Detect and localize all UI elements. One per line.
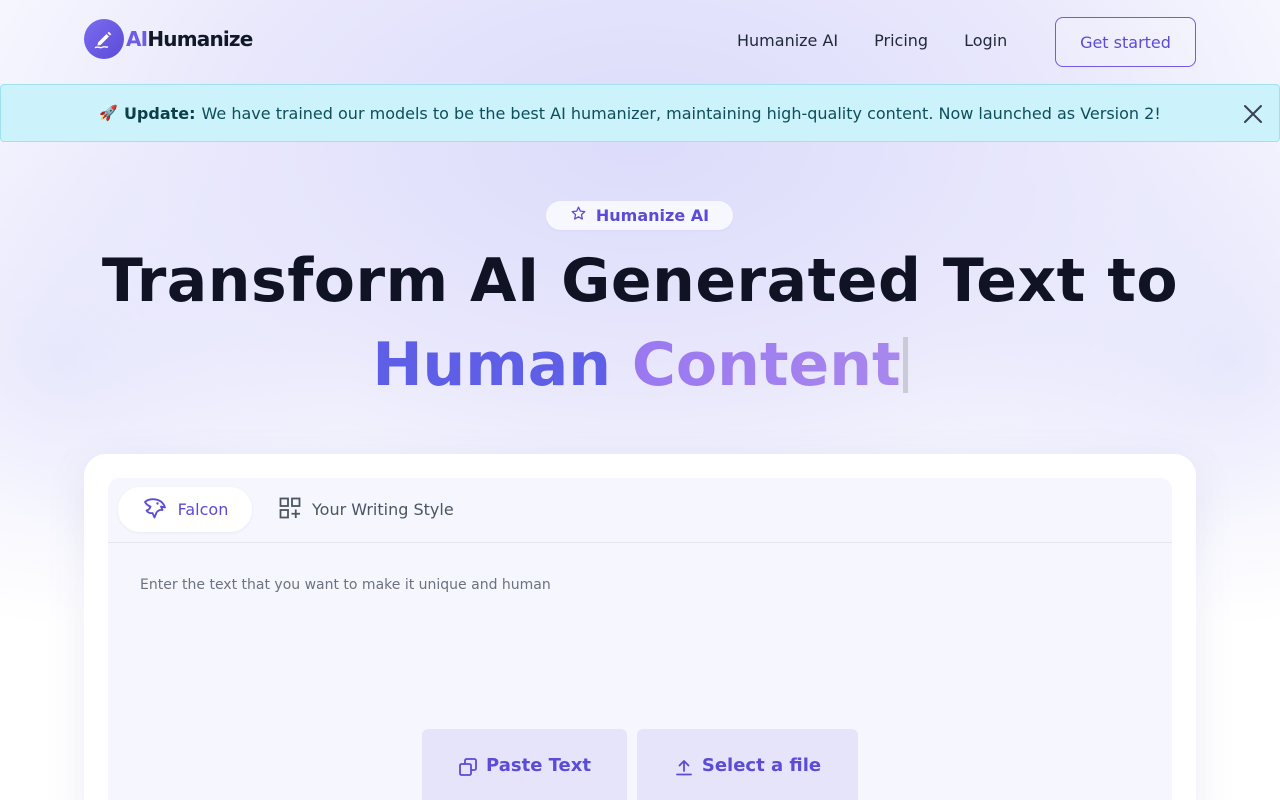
nav-link-pricing[interactable]: Pricing (874, 31, 928, 50)
nav-link-humanize-ai[interactable]: Humanize AI (737, 31, 838, 50)
update-banner: 🚀 Update: We have trained our models to … (0, 84, 1280, 142)
hero-title: Transform AI Generated Text to (101, 246, 1179, 316)
badge-label: Humanize AI (595, 206, 710, 225)
editor-card: Falcon Your Writing Style Enter the text… (84, 454, 1196, 800)
nav-links: Humanize AI Pricing Login (737, 31, 1007, 50)
grid-plus-icon (278, 496, 302, 524)
banner-message: We have trained our models to be the bes… (201, 103, 1161, 123)
copy-icon (458, 755, 478, 782)
logo-ai-text: AI (126, 27, 148, 51)
mode-tabs: Falcon Your Writing Style (108, 478, 1172, 543)
falcon-bird-icon (142, 495, 168, 525)
rocket-icon: 🚀 (99, 104, 118, 122)
hero-subtitle: Human Content (0, 330, 1280, 400)
logo-wordmark: AIHumanize (126, 27, 253, 51)
tab-writing-style-label: Your Writing Style (312, 500, 454, 519)
typing-cursor (902, 337, 908, 393)
banner-content: 🚀 Update: We have trained our models to … (99, 104, 1160, 123)
tab-falcon-label: Falcon (177, 500, 229, 519)
top-navigation: AIHumanize Humanize AI Pricing Login Get… (0, 0, 1280, 84)
close-icon[interactable] (1241, 102, 1265, 126)
logo-pen-icon (84, 19, 124, 59)
logo[interactable]: AIHumanize (84, 19, 253, 59)
paste-text-label: Paste Text (486, 755, 591, 776)
humanize-badge: Humanize AI (546, 201, 733, 230)
tab-your-writing-style[interactable]: Your Writing Style (278, 487, 454, 532)
tab-falcon[interactable]: Falcon (118, 487, 252, 532)
select-file-label: Select a file (701, 755, 822, 776)
nav-link-login[interactable]: Login (964, 31, 1007, 50)
select-file-button[interactable]: Select a file (637, 729, 858, 800)
editor-panel: Falcon Your Writing Style Enter the text… (108, 478, 1172, 800)
paste-text-button[interactable]: Paste Text (422, 729, 627, 800)
logo-humanize-text: Humanize (147, 27, 253, 51)
hero-subtitle-human: Human (372, 330, 611, 400)
banner-label: Update: (123, 103, 196, 123)
upload-icon (674, 755, 694, 782)
hero-subtitle-content: Content (631, 330, 901, 400)
get-started-button[interactable]: Get started (1055, 17, 1196, 67)
text-input[interactable] (108, 544, 1172, 684)
star-icon (570, 205, 587, 226)
